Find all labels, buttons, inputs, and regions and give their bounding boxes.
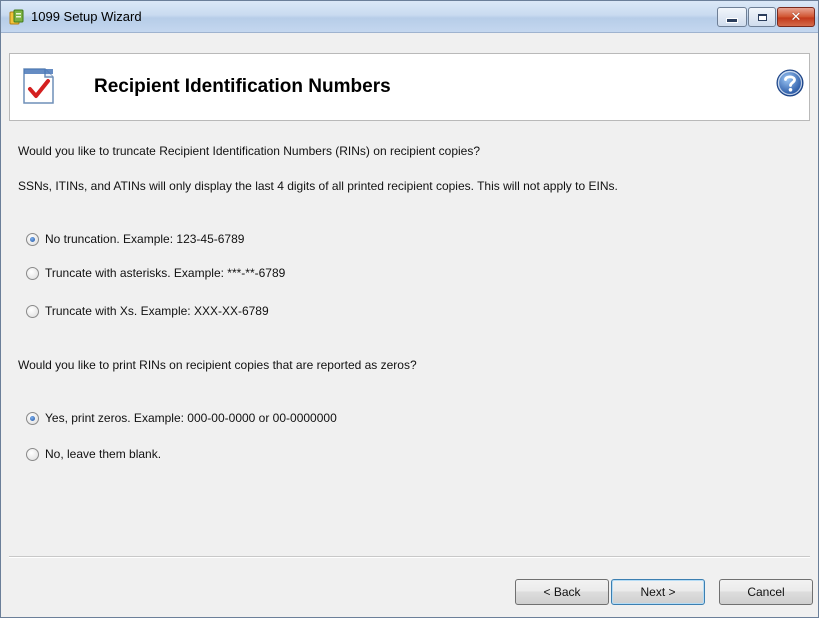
wizard-window: 1099 Setup Wizard ✕ Recipient Identifica… (0, 0, 819, 618)
radio-button[interactable] (26, 266, 39, 280)
zeros-question: Would you like to print RINs on recipien… (18, 358, 417, 372)
title-bar[interactable]: 1099 Setup Wizard ✕ (1, 1, 818, 33)
radio-print-zeros[interactable]: Yes, print zeros. Example: 000-00-0000 o… (26, 411, 337, 425)
wizard-header: Recipient Identification Numbers (9, 53, 810, 121)
footer-separator (9, 556, 810, 558)
radio-button[interactable] (26, 411, 39, 425)
radio-label: Truncate with asterisks. Example: ***-**… (45, 266, 286, 280)
minimize-button[interactable] (717, 7, 747, 27)
minimize-icon (726, 17, 738, 23)
truncate-question: Would you like to truncate Recipient Ide… (18, 144, 480, 158)
maximize-icon (757, 13, 767, 21)
next-button[interactable]: Next > (611, 579, 705, 605)
help-question-icon[interactable] (775, 68, 805, 98)
cancel-button[interactable]: Cancel (719, 579, 813, 605)
window-title: 1099 Setup Wizard (31, 9, 142, 24)
back-button[interactable]: < Back (515, 579, 609, 605)
page-title: Recipient Identification Numbers (94, 76, 391, 97)
radio-button[interactable] (26, 304, 39, 318)
radio-label: Truncate with Xs. Example: XXX-XX-6789 (45, 304, 269, 318)
radio-button[interactable] (26, 232, 39, 246)
radio-label: Yes, print zeros. Example: 000-00-0000 o… (45, 411, 337, 425)
close-button[interactable]: ✕ (777, 7, 815, 27)
radio-button[interactable] (26, 447, 39, 461)
radio-leave-blank[interactable]: No, leave them blank. (26, 447, 161, 461)
radio-label: No, leave them blank. (45, 447, 162, 461)
document-checkmark-icon (23, 68, 54, 104)
maximize-button[interactable] (748, 7, 776, 27)
radio-label: No truncation. Example: 123-45-6789 (45, 232, 245, 246)
1099-app-icon (9, 9, 24, 25)
radio-truncate-xs[interactable]: Truncate with Xs. Example: XXX-XX-6789 (26, 304, 269, 318)
close-icon: ✕ (790, 9, 802, 25)
radio-no-truncation[interactable]: No truncation. Example: 123-45-6789 (26, 232, 244, 246)
truncate-info: SSNs, ITINs, and ATINs will only display… (18, 179, 618, 193)
radio-truncate-asterisks[interactable]: Truncate with asterisks. Example: ***-**… (26, 266, 285, 280)
